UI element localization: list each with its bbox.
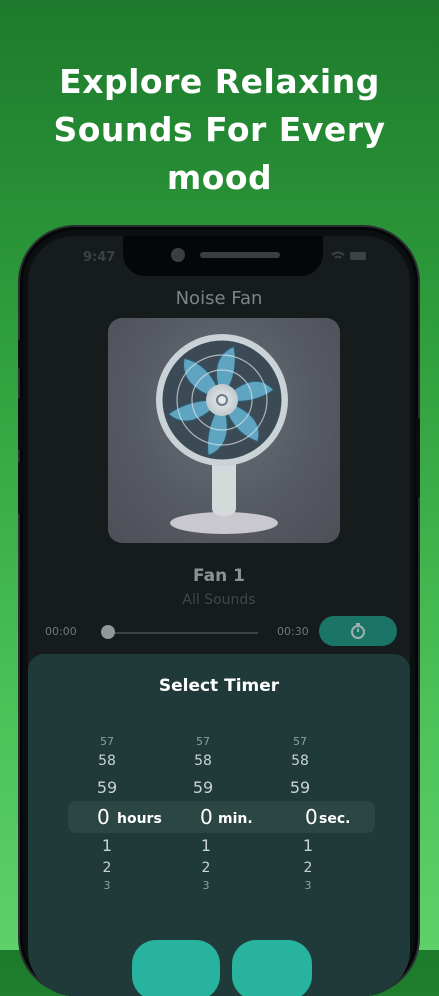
volume-up-button (18, 398, 22, 450)
hours-option[interactable]: 2 (87, 860, 127, 876)
minutes-option[interactable]: 57 (183, 735, 223, 748)
earpiece-icon (200, 252, 280, 258)
stopwatch-icon (351, 623, 365, 639)
front-camera-icon (171, 248, 185, 262)
volume-down-button (18, 462, 22, 514)
minutes-option[interactable]: 3 (186, 879, 226, 892)
hours-unit: hours (117, 811, 162, 827)
seconds-unit: sec. (319, 811, 351, 827)
timer-sheet-title: Select Timer (158, 676, 280, 696)
track-title: Fan 1 (193, 566, 245, 586)
track-subtitle: All Sounds (182, 592, 256, 608)
timer-button[interactable] (319, 616, 397, 646)
seconds-option[interactable]: 57 (280, 735, 320, 748)
minutes-option[interactable]: 1 (186, 836, 226, 855)
promo-headline: Explore Relaxing Sounds For Every mood (53, 62, 386, 197)
elapsed-time: 00:00 (45, 625, 77, 638)
seconds-option[interactable]: 3 (288, 879, 328, 892)
minutes-option[interactable]: 2 (186, 860, 226, 876)
notch (123, 236, 323, 276)
minutes-unit: min. (218, 811, 253, 827)
seconds-selected[interactable]: 0 (305, 805, 318, 829)
start-timer-button[interactable] (232, 940, 312, 996)
hours-option[interactable]: 3 (87, 879, 127, 892)
seconds-option[interactable]: 59 (280, 778, 320, 797)
hours-option[interactable]: 59 (87, 778, 127, 797)
duration-time: 00:30 (277, 625, 309, 638)
wifi-battery-icon (331, 251, 366, 260)
seconds-option[interactable]: 1 (288, 836, 328, 855)
progress-knob[interactable] (101, 625, 115, 639)
sound-artwork (108, 318, 340, 543)
phone-screen: 9:47 Noise Fan Fan 1 All Sounds 00:00 00… (28, 236, 410, 996)
minutes-selected[interactable]: 0 (200, 805, 213, 829)
phone-frame: 9:47 Noise Fan Fan 1 All Sounds 00:00 00… (18, 230, 420, 996)
fan-icon (156, 334, 288, 534)
power-button (416, 418, 420, 498)
mute-switch (18, 340, 22, 368)
cancel-button[interactable] (132, 940, 220, 996)
seconds-option[interactable]: 2 (288, 860, 328, 876)
timer-sheet: Select Timer 57 58 59 0 hours 1 2 3 57 5… (28, 654, 410, 996)
hours-option[interactable]: 1 (87, 836, 127, 855)
status-icons (330, 250, 370, 265)
progress-slider[interactable] (108, 632, 258, 634)
nav-title: Noise Fan (175, 288, 263, 309)
minutes-option[interactable]: 59 (183, 778, 223, 797)
hours-option[interactable]: 57 (87, 735, 127, 748)
seconds-option[interactable]: 58 (280, 753, 320, 769)
hours-selected[interactable]: 0 (97, 805, 110, 829)
status-time: 9:47 (83, 250, 116, 265)
minutes-option[interactable]: 58 (183, 753, 223, 769)
hours-option[interactable]: 58 (87, 753, 127, 769)
